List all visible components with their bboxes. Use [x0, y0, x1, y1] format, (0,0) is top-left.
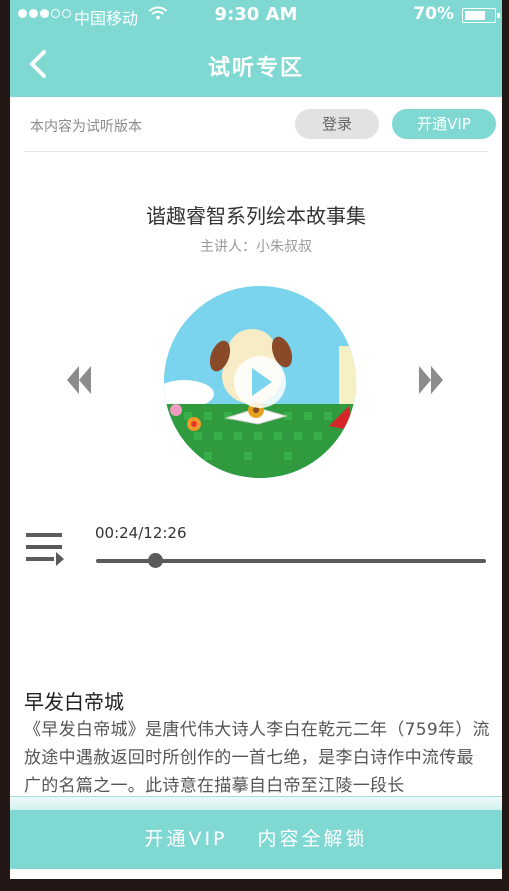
cta-divider: [10, 796, 502, 810]
unlock-vip-cta[interactable]: 开通VIP 内容全解锁: [10, 810, 502, 869]
article-title: 早发白帝城: [24, 690, 124, 714]
progress-knob[interactable]: [147, 553, 163, 568]
page-title: 试听专区: [207, 56, 304, 81]
progress-slider[interactable]: [96, 553, 486, 568]
cta-label-left: 开通VIP: [144, 828, 228, 850]
status-bar: 中国移动 9:30 AM 70%: [10, 0, 502, 30]
open-vip-button[interactable]: 开通VIP: [392, 109, 496, 139]
cover-illustration: [164, 286, 356, 478]
battery-percent: 70%: [413, 4, 454, 24]
login-button[interactable]: 登录: [295, 109, 379, 139]
battery-icon: [462, 8, 500, 23]
cta-label-right: 内容全解锁: [257, 828, 368, 850]
rewind-icon[interactable]: [66, 364, 92, 396]
trial-notice-text: 本内容为试听版本: [30, 119, 142, 135]
trial-notice-row: 本内容为试听版本 登录 开通VIP: [24, 97, 496, 152]
header: 中国移动 9:30 AM 70% 试听专区: [10, 0, 502, 97]
fast-forward-icon[interactable]: [418, 364, 444, 396]
playlist-icon[interactable]: [24, 530, 64, 568]
article-body: 《早发白帝城》是唐代伟大诗人李白在乾元二年（759年）流放途中遇赦返回时所创作的…: [24, 720, 490, 796]
album-cover[interactable]: [164, 286, 356, 478]
book-speaker: 主讲人：小朱叔叔: [200, 239, 312, 255]
book-title: 谐趣睿智系列绘本故事集: [146, 204, 366, 228]
playback-time: 00:24/12:26: [95, 524, 187, 542]
app-screen: 中国移动 9:30 AM 70% 试听专区 本内容为试听版本 登录 开通VIP …: [10, 0, 502, 879]
